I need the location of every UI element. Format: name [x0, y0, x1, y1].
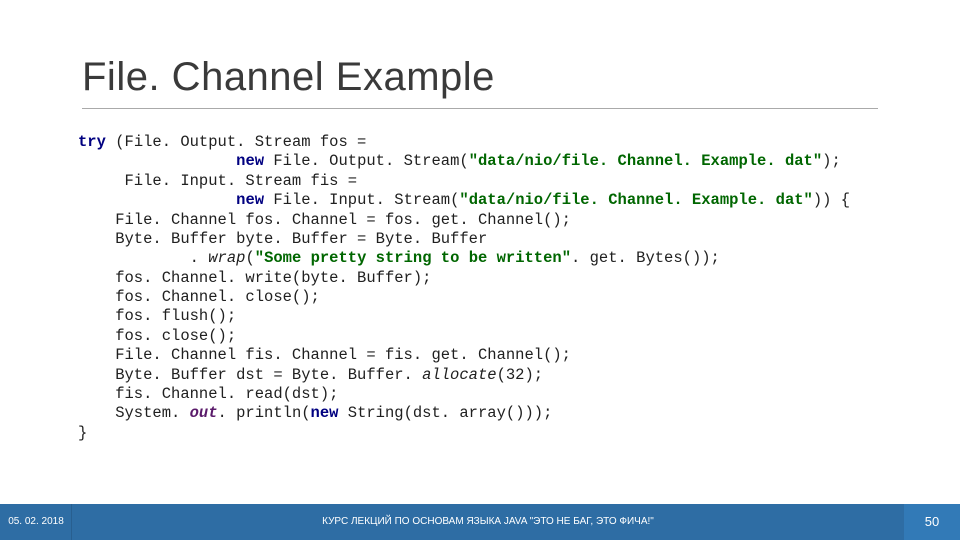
footer-date: 05. 02. 2018	[0, 504, 72, 540]
keyword-new: new	[236, 152, 273, 170]
field-out: out	[190, 404, 218, 422]
keyword-new: new	[311, 404, 348, 422]
code-text: (	[245, 249, 254, 267]
code-text: File. Input. Stream fis =	[78, 172, 357, 190]
method-wrap: wrap	[208, 249, 245, 267]
code-text: . get. Bytes());	[571, 249, 720, 267]
method-allocate: allocate	[422, 366, 496, 384]
code-block: try (File. Output. Stream fos = new File…	[0, 109, 960, 443]
slide: File. Channel Example try (File. Output.…	[0, 0, 960, 540]
footer: 05. 02. 2018 КУРС ЛЕКЦИЙ ПО ОСНОВАМ ЯЗЫК…	[0, 504, 960, 540]
code-text: File. Channel fos. Channel = fos. get. C…	[78, 211, 571, 229]
code-text: fis. Channel. read(dst);	[78, 385, 338, 403]
code-text: );	[822, 152, 841, 170]
keyword-try: try	[78, 133, 115, 151]
code-text: (32);	[497, 366, 544, 384]
footer-course-title: КУРС ЛЕКЦИЙ ПО ОСНОВАМ ЯЗЫКА JAVA "ЭТО Н…	[72, 504, 904, 540]
code-text: . println(	[218, 404, 311, 422]
code-text: (File. Output. Stream fos =	[115, 133, 366, 151]
string-literal: "Some pretty string to be written"	[255, 249, 571, 267]
code-text	[78, 152, 236, 170]
keyword-new: new	[236, 191, 273, 209]
string-literal: "data/nio/file. Channel. Example. dat"	[469, 152, 822, 170]
code-text: Byte. Buffer dst = Byte. Buffer.	[78, 366, 422, 384]
code-text: )) {	[813, 191, 850, 209]
code-text: Byte. Buffer byte. Buffer = Byte. Buffer	[78, 230, 487, 248]
code-text: fos. Channel. write(byte. Buffer);	[78, 269, 431, 287]
code-text	[78, 191, 236, 209]
code-text: File. Input. Stream(	[273, 191, 459, 209]
title-block: File. Channel Example	[0, 0, 960, 109]
code-text: .	[78, 249, 208, 267]
code-text: File. Channel fis. Channel = fis. get. C…	[78, 346, 571, 364]
footer-page-number: 50	[904, 504, 960, 540]
code-text: fos. flush();	[78, 307, 236, 325]
code-text: System.	[78, 404, 190, 422]
slide-title: File. Channel Example	[82, 55, 878, 100]
code-text: fos. close();	[78, 327, 236, 345]
code-text: fos. Channel. close();	[78, 288, 320, 306]
code-text: String(dst. array()));	[348, 404, 553, 422]
code-text: }	[78, 424, 87, 442]
string-literal: "data/nio/file. Channel. Example. dat"	[459, 191, 812, 209]
code-text: File. Output. Stream(	[273, 152, 468, 170]
